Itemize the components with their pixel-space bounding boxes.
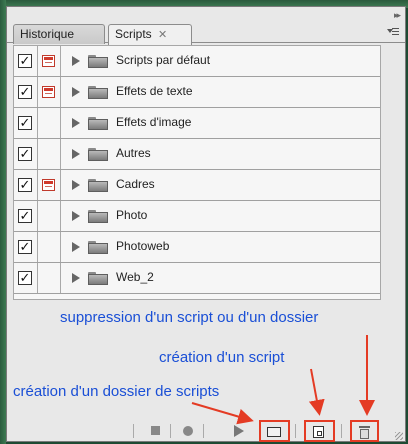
toolbar-separator — [341, 424, 342, 438]
checkmark-icon[interactable]: ✓ — [18, 271, 32, 285]
folder-icon — [88, 86, 108, 99]
annotation-new-set: création d'un dossier de scripts — [13, 383, 220, 400]
annotation-delete: suppression d'un script ou d'un dossier — [60, 309, 319, 326]
tab-scripts-label: Scripts — [115, 27, 152, 41]
toggle-cell: ✓ — [14, 170, 38, 200]
arrow-to-new-script — [308, 368, 325, 416]
dialog-toggle-cell[interactable] — [38, 139, 61, 169]
expand-arrow-icon[interactable] — [72, 87, 80, 97]
toolbar-separator — [170, 424, 171, 438]
dialog-toggle-cell[interactable] — [38, 46, 61, 76]
toolbar-separator — [203, 424, 204, 438]
script-set-label: Effets d'image — [116, 115, 192, 129]
dialog-toggle-icon — [42, 179, 55, 191]
dialog-toggle-cell[interactable] — [38, 263, 61, 293]
stop-button[interactable] — [144, 420, 166, 442]
dialog-toggle-cell[interactable] — [38, 201, 61, 231]
script-set-label: Photo — [116, 208, 148, 222]
script-set-label: Effets de texte — [116, 84, 193, 98]
folder-icon — [88, 148, 108, 161]
script-set-label: Photoweb — [116, 239, 170, 253]
stop-icon — [151, 426, 160, 435]
checkmark-icon[interactable]: ✓ — [18, 147, 32, 161]
script-set-label: Scripts par défaut — [116, 53, 211, 67]
toolbar-separator — [133, 424, 134, 438]
new-set-button[interactable] — [259, 420, 290, 442]
tab-historique-label: Historique — [20, 27, 75, 41]
dialog-toggle-icon — [42, 86, 55, 98]
checkmark-icon[interactable]: ✓ — [18, 85, 32, 99]
checkmark-icon[interactable]: ✓ — [18, 240, 32, 254]
scripts-panel: ▸▸ Historique Scripts ✕ ✓ Scripts par déf… — [6, 6, 406, 442]
checkmark-icon[interactable]: ✓ — [18, 178, 32, 192]
script-set-label: Web_2 — [116, 270, 154, 284]
list-item[interactable]: ✓ Autres — [14, 139, 380, 170]
collapse-panel-icon[interactable]: ▸▸ — [394, 11, 401, 20]
list-item[interactable]: ✓ Photoweb — [14, 232, 380, 263]
record-button[interactable] — [177, 420, 199, 442]
resize-grip-icon[interactable] — [395, 432, 403, 440]
trash-icon — [359, 425, 370, 439]
toggle-cell: ✓ — [14, 77, 38, 107]
folder-icon — [88, 272, 108, 285]
folder-icon — [88, 241, 108, 254]
toggle-cell: ✓ — [14, 201, 38, 231]
tab-historique[interactable]: Historique — [13, 24, 105, 44]
list-item[interactable]: ✓ Effets de texte — [14, 77, 380, 108]
expand-arrow-icon[interactable] — [72, 180, 80, 190]
play-icon — [234, 425, 244, 437]
expand-arrow-icon[interactable] — [72, 273, 80, 283]
list-item[interactable]: ✓ Cadres — [14, 170, 380, 201]
toggle-cell: ✓ — [14, 263, 38, 293]
new-set-icon — [267, 427, 281, 437]
folder-icon — [88, 179, 108, 192]
expand-arrow-icon[interactable] — [72, 211, 80, 221]
script-set-label: Autres — [116, 146, 151, 160]
checkmark-icon[interactable]: ✓ — [18, 54, 32, 68]
toggle-cell: ✓ — [14, 139, 38, 169]
dialog-toggle-cell[interactable] — [38, 77, 61, 107]
folder-icon — [88, 55, 108, 68]
arrow-to-new-set — [191, 402, 254, 425]
play-button[interactable] — [227, 420, 249, 442]
folder-icon — [88, 210, 108, 223]
expand-arrow-icon[interactable] — [72, 56, 80, 66]
toggle-cell: ✓ — [14, 108, 38, 138]
list-item[interactable]: ✓ Effets d'image — [14, 108, 380, 139]
expand-arrow-icon[interactable] — [72, 118, 80, 128]
script-set-label: Cadres — [116, 177, 155, 191]
list-item[interactable]: ✓ Web_2 — [14, 263, 380, 294]
checkmark-icon[interactable]: ✓ — [18, 116, 32, 130]
toggle-cell: ✓ — [14, 46, 38, 76]
panel-toolbar — [7, 420, 405, 442]
dialog-toggle-cell[interactable] — [38, 170, 61, 200]
expand-arrow-icon[interactable] — [72, 242, 80, 252]
expand-arrow-icon[interactable] — [72, 149, 80, 159]
list-item[interactable]: ✓ Scripts par défaut — [14, 46, 380, 77]
list-item[interactable]: ✓ Photo — [14, 201, 380, 232]
dialog-toggle-cell[interactable] — [38, 232, 61, 262]
tab-scripts[interactable]: Scripts ✕ — [108, 24, 192, 45]
scripts-list: ✓ Scripts par défaut ✓ Effets de texte ✓ Effe… — [13, 45, 381, 300]
panel-tabbar: Historique Scripts ✕ — [7, 21, 405, 45]
record-icon — [183, 426, 193, 436]
dialog-toggle-cell[interactable] — [38, 108, 61, 138]
annotation-new-script: création d'un script — [159, 349, 285, 366]
toolbar-separator — [295, 424, 296, 438]
delete-button[interactable] — [350, 420, 379, 442]
dialog-toggle-icon — [42, 55, 55, 67]
folder-icon — [88, 117, 108, 130]
toggle-cell: ✓ — [14, 232, 38, 262]
close-tab-icon[interactable]: ✕ — [158, 29, 167, 41]
new-action-icon — [313, 426, 324, 438]
new-action-button[interactable] — [304, 420, 335, 442]
checkmark-icon[interactable]: ✓ — [18, 209, 32, 223]
